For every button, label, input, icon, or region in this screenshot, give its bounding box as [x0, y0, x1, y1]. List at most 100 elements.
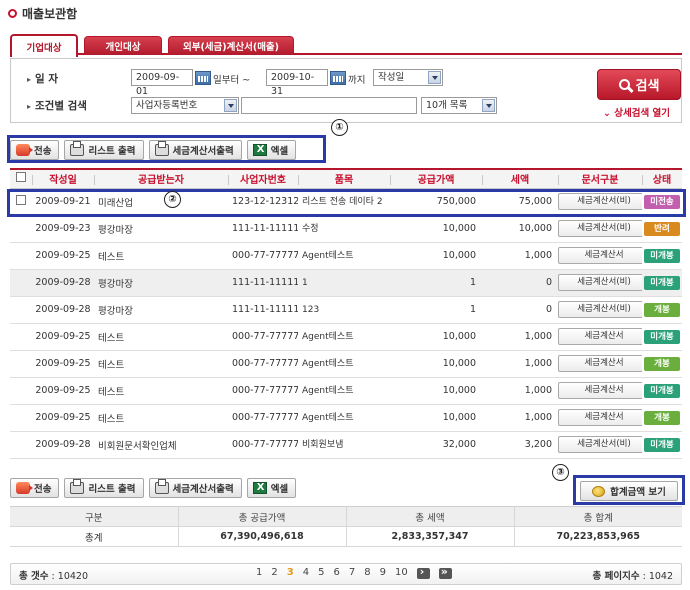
status-badge[interactable]: 미개봉 — [644, 329, 680, 344]
col-status[interactable]: 상태 — [642, 168, 682, 189]
last-page-icon[interactable] — [438, 565, 452, 579]
page-size-select[interactable]: 10개 목록 — [421, 97, 497, 114]
status-badge[interactable]: 미개봉 — [644, 248, 680, 263]
table-row[interactable]: 2009-09-28 비회원문서확인업체 000-77-77777 비회원보냄 32,0… — [10, 431, 682, 459]
status-badge[interactable]: 개봉 — [644, 356, 680, 371]
triangle-bullet-icon: ▸ — [27, 75, 32, 84]
tab-corporate[interactable]: 기업대상 — [10, 34, 78, 57]
table-row[interactable]: 2009-09-25 테스트 000-77-77777 Agent테스트 10,000 1… — [10, 350, 682, 378]
table-row[interactable]: 2009-09-25 테스트 000-77-77777 Agent테스트 10,000 1… — [10, 242, 682, 270]
row-item: 비회원보냄 — [298, 431, 390, 459]
doc-type-button[interactable]: 세금계산서 — [558, 382, 642, 399]
row-select-cell — [10, 404, 32, 432]
doc-type-button[interactable]: 세금계산서 — [558, 409, 642, 426]
status-badge[interactable]: 미개봉 — [644, 275, 680, 290]
table-row[interactable]: 2009-09-23 평강마장 111-11-11111 수정 10,000 10,000… — [10, 215, 682, 243]
page-link-5[interactable]: 5 — [318, 567, 324, 579]
date-type-select[interactable]: 작성일 — [373, 69, 443, 86]
row-tax: 1,000 — [482, 350, 558, 378]
page-link-9[interactable]: 9 — [380, 567, 386, 579]
col-receiver[interactable]: 공급받는자 — [94, 168, 228, 189]
status-badge[interactable]: 개봉 — [644, 410, 680, 425]
search-button[interactable]: 검색 — [597, 69, 681, 100]
row-status-cell: 미개봉 — [642, 431, 682, 459]
col-supply[interactable]: 공급가액 — [390, 168, 482, 189]
status-badge[interactable]: 개봉 — [644, 302, 680, 317]
search-icon — [618, 79, 630, 90]
date-from-input[interactable]: 2009-09-01 — [131, 69, 193, 97]
summary-header-row: 구분 총 공급가액 총 세액 총 합계 — [10, 506, 682, 527]
pager: 1 2 3 4 5 6 7 8 9 10 — [256, 565, 452, 579]
excel-icon — [252, 482, 267, 494]
tab-external-invoice[interactable]: 외부(세금)계산서(매출) — [168, 36, 294, 55]
page-link-10[interactable]: 10 — [395, 567, 408, 579]
doc-type-button[interactable]: 세금계산서(비) — [558, 301, 642, 318]
page-link-7[interactable]: 7 — [349, 567, 355, 579]
row-date: 2009-09-23 — [32, 215, 94, 243]
doc-type-button[interactable]: 세금계산서 — [558, 328, 642, 345]
row-supply: 10,000 — [390, 323, 482, 351]
page-link-6[interactable]: 6 — [333, 567, 339, 579]
detail-search-link[interactable]: ⌄ 상세검색 열기 — [603, 105, 670, 119]
row-doc-cell: 세금계산서 — [558, 350, 642, 378]
chevron-down-icon: ⌄ — [603, 108, 615, 119]
summary-col-supply: 총 공급가액 — [177, 506, 346, 527]
annotation-number-1: ① — [331, 119, 348, 136]
row-select-cell — [10, 431, 32, 459]
doc-type-button[interactable]: 세금계산서 — [558, 355, 642, 372]
row-supply: 10,000 — [390, 350, 482, 378]
doc-type-button[interactable]: 세금계산서 — [558, 247, 642, 264]
status-badge[interactable]: 미개봉 — [644, 437, 680, 452]
send-icon — [16, 482, 33, 494]
page-link-2[interactable]: 2 — [271, 567, 277, 579]
doc-type-button[interactable]: 세금계산서(비) — [558, 436, 642, 453]
row-doc-cell: 세금계산서 — [558, 377, 642, 405]
highlight-box-2 — [7, 189, 686, 217]
row-bizno: 111-11-11111 — [228, 296, 298, 324]
excel-button-bottom[interactable]: 엑셀 — [246, 478, 297, 498]
doc-type-button[interactable]: 세금계산서(비) — [558, 274, 642, 291]
chevron-down-icon — [428, 71, 441, 84]
row-bizno: 000-77-77777 — [228, 350, 298, 378]
summary-table: 구분 총 공급가액 총 세액 총 합계 총계 67,390,496,618 2,… — [10, 506, 682, 547]
condition-field-select[interactable]: 사업자등록번호 — [131, 97, 239, 114]
page-link-4[interactable]: 4 — [303, 567, 309, 579]
date-to-input[interactable]: 2009-10-31 — [266, 69, 328, 97]
col-tax[interactable]: 세액 — [482, 168, 558, 189]
calendar-to-icon[interactable] — [330, 71, 346, 85]
row-status-cell: 개봉 — [642, 404, 682, 432]
col-date[interactable]: 작성일 — [32, 168, 94, 189]
printer-icon — [70, 479, 85, 494]
doc-type-button[interactable]: 세금계산서(비) — [558, 220, 642, 237]
list-print-button-bottom[interactable]: 리스트 출력 — [64, 478, 144, 498]
col-item[interactable]: 품목 — [298, 168, 390, 189]
triangle-bullet-icon: ▸ — [27, 102, 32, 111]
table-row[interactable]: 2009-09-25 테스트 000-77-77777 Agent테스트 10,000 1… — [10, 377, 682, 405]
table-row[interactable]: 2009-09-25 테스트 000-77-77777 Agent테스트 10,000 1… — [10, 323, 682, 351]
status-badge[interactable]: 반려 — [644, 221, 680, 236]
table-row[interactable]: 2009-09-28 평강마장 111-11-11111 1 1 0 세금계산서(비) 미개봉 — [10, 269, 682, 297]
send-button-bottom[interactable]: 전송 — [10, 478, 60, 498]
page-link-1[interactable]: 1 — [256, 567, 262, 579]
row-item: Agent테스트 — [298, 404, 390, 432]
page-link-8[interactable]: 8 — [364, 567, 370, 579]
col-doc-type[interactable]: 문서구분 — [558, 168, 642, 189]
row-supply: 10,000 — [390, 215, 482, 243]
select-all-checkbox[interactable] — [16, 172, 26, 183]
table-row[interactable]: 2009-09-28 평강마장 111-11-11111 123 1 0 세금계산서(비) 개… — [10, 296, 682, 324]
highlight-box-1 — [7, 135, 326, 163]
col-bizno[interactable]: 사업자번호 — [228, 168, 298, 189]
status-badge[interactable]: 미개봉 — [644, 383, 680, 398]
invoice-print-button-bottom[interactable]: 세금계산서출력 — [148, 478, 242, 498]
chevron-down-icon — [482, 99, 495, 112]
condition-value-input[interactable] — [241, 97, 417, 114]
select-all-cell[interactable] — [10, 168, 32, 189]
row-select-cell — [10, 242, 32, 270]
calendar-from-icon[interactable] — [195, 71, 211, 85]
row-item: 1 — [298, 269, 390, 297]
page-link-3[interactable]: 3 — [287, 567, 294, 579]
table-row[interactable]: 2009-09-25 테스트 000-77-77777 Agent테스트 10,000 1… — [10, 404, 682, 432]
next-page-icon[interactable] — [416, 565, 430, 579]
row-status-cell: 미개봉 — [642, 323, 682, 351]
tab-individual[interactable]: 개인대상 — [84, 36, 162, 55]
